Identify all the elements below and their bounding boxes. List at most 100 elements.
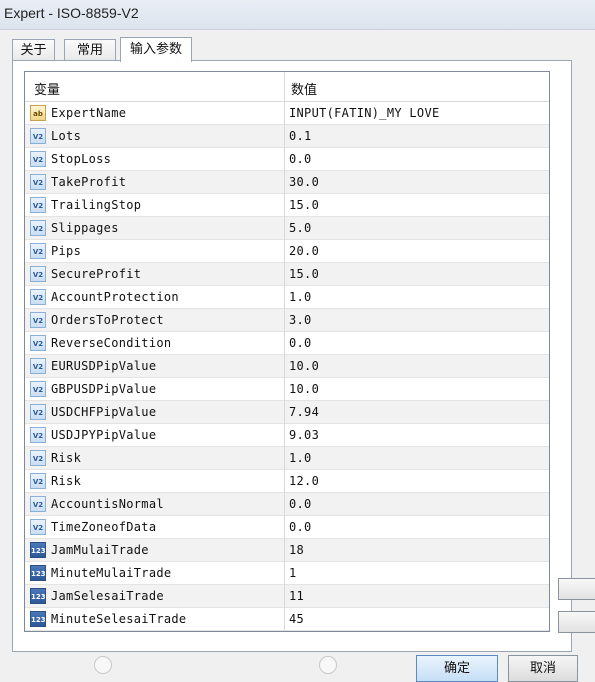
radio-option-right[interactable] bbox=[319, 656, 337, 674]
table-row[interactable]: V2 AccountisNormal 0.0 bbox=[25, 493, 549, 516]
integer-type-icon: 123 bbox=[30, 611, 46, 627]
title-bar: Expert - ISO-8859-V2 bbox=[0, 0, 595, 30]
double-type-icon: V2 bbox=[30, 266, 46, 282]
double-type-icon: V2 bbox=[30, 197, 46, 213]
double-type-icon: V2 bbox=[30, 128, 46, 144]
parameter-name: TrailingStop bbox=[51, 198, 142, 212]
parameter-name: JamSelesaiTrade bbox=[51, 589, 164, 603]
table-row[interactable]: V2 OrdersToProtect 3.0 bbox=[25, 309, 549, 332]
parameter-name: MinuteMulaiTrade bbox=[51, 566, 172, 580]
double-type-icon: V2 bbox=[30, 404, 46, 420]
parameter-value[interactable]: 15.0 bbox=[289, 198, 319, 212]
parameter-name: JamMulaiTrade bbox=[51, 543, 149, 557]
table-row[interactable]: 123 MinuteSelesaiTrade 45 bbox=[25, 608, 549, 631]
window-title: Expert - ISO-8859-V2 bbox=[4, 5, 139, 21]
parameter-name: MinuteSelesaiTrade bbox=[51, 612, 187, 626]
tab-inputs[interactable]: 输入参数 bbox=[120, 37, 192, 62]
double-type-icon: V2 bbox=[30, 496, 46, 512]
table-row[interactable]: V2 USDCHFPipValue 7.94 bbox=[25, 401, 549, 424]
table-row[interactable]: 123 JamMulaiTrade 18 bbox=[25, 539, 549, 562]
tab-about[interactable]: 关于 bbox=[12, 39, 55, 61]
table-row[interactable]: 123 JamSelesaiTrade 11 bbox=[25, 585, 549, 608]
table-row[interactable]: V2 SecureProfit 15.0 bbox=[25, 263, 549, 286]
parameter-value[interactable]: 12.0 bbox=[289, 474, 319, 488]
tab-common[interactable]: 常用 bbox=[64, 39, 116, 61]
parameter-value[interactable]: 45 bbox=[289, 612, 304, 626]
load-button[interactable] bbox=[558, 578, 595, 600]
table-row[interactable]: V2 USDJPYPipValue 9.03 bbox=[25, 424, 549, 447]
table-row[interactable]: V2 TrailingStop 15.0 bbox=[25, 194, 549, 217]
parameter-value[interactable]: 0.0 bbox=[289, 520, 312, 534]
parameter-value[interactable]: 11 bbox=[289, 589, 304, 603]
parameter-value[interactable]: 10.0 bbox=[289, 359, 319, 373]
parameter-name: Slippages bbox=[51, 221, 119, 235]
double-type-icon: V2 bbox=[30, 312, 46, 328]
parameter-value[interactable]: INPUT(FATIN)_MY LOVE bbox=[289, 106, 440, 120]
table-row[interactable]: V2 TakeProfit 30.0 bbox=[25, 171, 549, 194]
parameter-value[interactable]: 18 bbox=[289, 543, 304, 557]
parameter-name: USDJPYPipValue bbox=[51, 428, 157, 442]
table-row[interactable]: V2 Risk 12.0 bbox=[25, 470, 549, 493]
ok-button[interactable]: 确定 bbox=[416, 655, 498, 682]
parameter-name: Pips bbox=[51, 244, 82, 258]
string-type-icon: ab bbox=[30, 105, 46, 121]
double-type-icon: V2 bbox=[30, 427, 46, 443]
parameters-grid: 变量 数值 ab ExpertName INPUT(FATIN)_MY LOVE V2… bbox=[24, 71, 550, 632]
parameter-value[interactable]: 1.0 bbox=[289, 451, 312, 465]
save-button[interactable] bbox=[558, 611, 595, 633]
table-row[interactable]: V2 TimeZoneofData 0.0 bbox=[25, 516, 549, 539]
parameter-value[interactable]: 0.0 bbox=[289, 336, 312, 350]
cancel-button[interactable]: 取消 bbox=[508, 655, 578, 682]
table-row[interactable]: V2 StopLoss 0.0 bbox=[25, 148, 549, 171]
parameter-name: AccountisNormal bbox=[51, 497, 164, 511]
table-row[interactable]: 123 MinuteMulaiTrade 1 bbox=[25, 562, 549, 585]
table-row[interactable]: ab ExpertName INPUT(FATIN)_MY LOVE bbox=[25, 102, 549, 125]
parameter-value[interactable]: 30.0 bbox=[289, 175, 319, 189]
parameter-value[interactable]: 7.94 bbox=[289, 405, 319, 419]
double-type-icon: V2 bbox=[30, 289, 46, 305]
parameter-name: Risk bbox=[51, 474, 82, 488]
table-row[interactable]: V2 AccountProtection 1.0 bbox=[25, 286, 549, 309]
table-row[interactable]: V2 Slippages 5.0 bbox=[25, 217, 549, 240]
parameter-name: ReverseCondition bbox=[51, 336, 172, 350]
parameter-value[interactable]: 3.0 bbox=[289, 313, 312, 327]
parameter-name: StopLoss bbox=[51, 152, 112, 166]
integer-type-icon: 123 bbox=[30, 588, 46, 604]
parameter-value[interactable]: 0.0 bbox=[289, 152, 312, 166]
parameter-value[interactable]: 20.0 bbox=[289, 244, 319, 258]
integer-type-icon: 123 bbox=[30, 565, 46, 581]
column-header-variable[interactable]: 变量 bbox=[34, 79, 60, 98]
parameter-value[interactable]: 10.0 bbox=[289, 382, 319, 396]
table-row[interactable]: V2 EURUSDPipValue 10.0 bbox=[25, 355, 549, 378]
parameter-name: ExpertName bbox=[51, 106, 127, 120]
radio-option-left[interactable] bbox=[94, 656, 112, 674]
table-row[interactable]: V2 Risk 1.0 bbox=[25, 447, 549, 470]
table-row[interactable]: V2 Pips 20.0 bbox=[25, 240, 549, 263]
parameter-name: TakeProfit bbox=[51, 175, 127, 189]
parameter-value[interactable]: 0.1 bbox=[289, 129, 312, 143]
parameter-name: SecureProfit bbox=[51, 267, 142, 281]
parameter-value[interactable]: 15.0 bbox=[289, 267, 319, 281]
double-type-icon: V2 bbox=[30, 335, 46, 351]
table-row[interactable]: V2 ReverseCondition 0.0 bbox=[25, 332, 549, 355]
parameter-name: GBPUSDPipValue bbox=[51, 382, 157, 396]
parameter-name: AccountProtection bbox=[51, 290, 179, 304]
parameter-value[interactable]: 5.0 bbox=[289, 221, 312, 235]
parameter-name: TimeZoneofData bbox=[51, 520, 157, 534]
table-row[interactable]: V2 GBPUSDPipValue 10.0 bbox=[25, 378, 549, 401]
double-type-icon: V2 bbox=[30, 381, 46, 397]
parameter-value[interactable]: 1 bbox=[289, 566, 297, 580]
parameter-name: USDCHFPipValue bbox=[51, 405, 157, 419]
double-type-icon: V2 bbox=[30, 151, 46, 167]
parameter-value[interactable]: 0.0 bbox=[289, 497, 312, 511]
parameter-value[interactable]: 1.0 bbox=[289, 290, 312, 304]
double-type-icon: V2 bbox=[30, 519, 46, 535]
parameter-name: Lots bbox=[51, 129, 82, 143]
integer-type-icon: 123 bbox=[30, 542, 46, 558]
table-row[interactable]: V2 Lots 0.1 bbox=[25, 125, 549, 148]
column-header-value[interactable]: 数值 bbox=[291, 79, 317, 98]
parameter-value[interactable]: 9.03 bbox=[289, 428, 319, 442]
parameter-name: Risk bbox=[51, 451, 82, 465]
double-type-icon: V2 bbox=[30, 450, 46, 466]
double-type-icon: V2 bbox=[30, 220, 46, 236]
